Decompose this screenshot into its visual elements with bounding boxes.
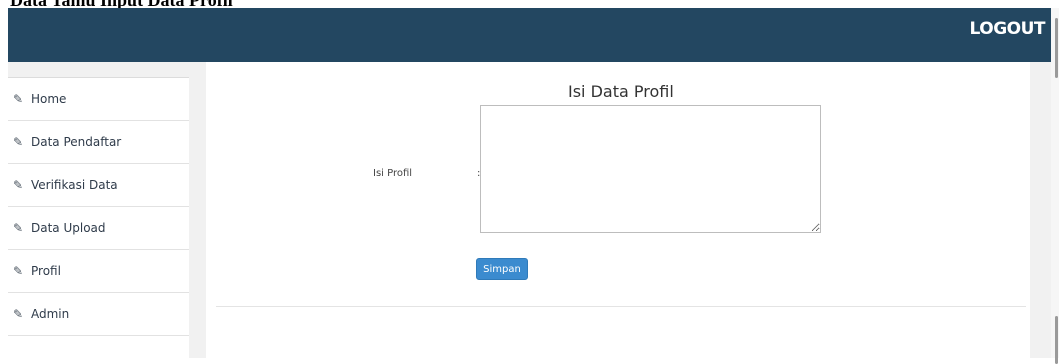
sidebar-item-home[interactable]: ✎ Home [8,78,189,121]
sidebar-item-label: Data Pendaftar [31,135,122,149]
top-strip: Data Tamu Input Data Profil [0,0,1059,8]
edit-icon: ✎ [13,307,24,321]
sidebar-item-data-pendaftar[interactable]: ✎ Data Pendaftar [8,121,189,164]
main-content-panel: Isi Data Profil Isi Profil : Simpan [206,62,1030,358]
sidebar-item-label: Admin [31,307,70,321]
page-heading-clipped: Data Tamu Input Data Profil [10,0,233,8]
edit-icon: ✎ [13,221,24,235]
sidebar-nav: ✎ Home ✎ Data Pendaftar ✎ Verifikasi Dat… [8,77,189,360]
scrollbar-thumb[interactable] [1055,18,1058,78]
sidebar-item-label: Home [31,92,67,106]
sidebar-item-label: Verifikasi Data [31,178,118,192]
sidebar-item-verifikasi-data[interactable]: ✎ Verifikasi Data [8,164,189,207]
sidebar-item-profil[interactable]: ✎ Profil [8,250,189,293]
page-scrollbar[interactable] [1051,8,1059,364]
sidebar-item-label: Data Upload [31,221,106,235]
scrollbar-thumb-lower[interactable] [1055,316,1058,364]
sidebar-item-label: Profil [31,264,61,278]
sidebar-spacer [8,336,189,360]
edit-icon: ✎ [13,92,24,106]
content-divider [216,306,1026,307]
isi-profil-label: Isi Profil [373,168,413,179]
sidebar-item-admin[interactable]: ✎ Admin [8,293,189,336]
edit-icon: ✎ [13,264,24,278]
top-header-bar: LOGOUT [8,8,1051,62]
isi-profil-textarea[interactable] [480,105,821,233]
simpan-button[interactable]: Simpan [476,258,528,280]
edit-icon: ✎ [13,135,24,149]
sidebar-item-data-upload[interactable]: ✎ Data Upload [8,207,189,250]
edit-icon: ✎ [13,178,24,192]
logout-link[interactable]: LOGOUT [970,19,1046,39]
form-title: Isi Data Profil [568,82,674,101]
